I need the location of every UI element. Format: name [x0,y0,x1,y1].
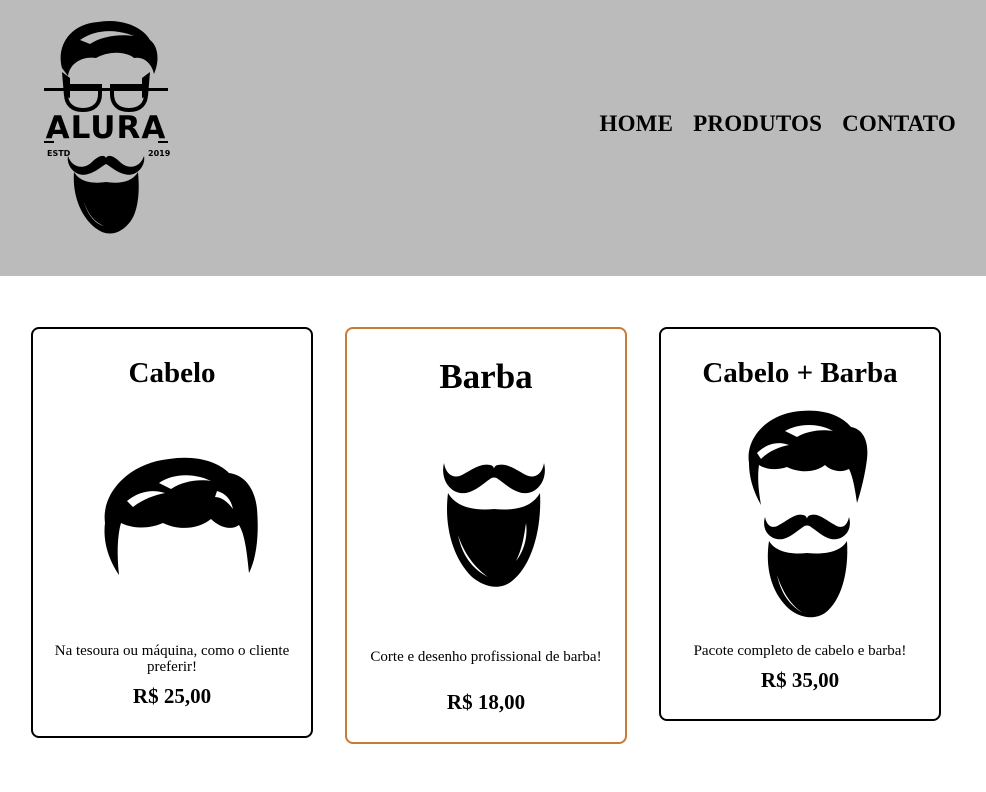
product-price: R$ 35,00 [760,668,840,692]
product-title: Cabelo + Barba [702,357,898,389]
product-price: R$ 18,00 [446,690,526,714]
product-description: Corte e desenho profissional de barba! [370,649,602,665]
product-card-barba[interactable]: Barba Corte e desenho profissional de ba… [345,327,627,744]
logo-text: ALURA [45,110,167,146]
logo-estd: ESTD [47,149,71,158]
nav-produtos[interactable]: PRODUTOS [693,111,822,137]
alura-logo[interactable]: ALURA ESTD 2019 [40,16,172,240]
hair-beard-icon [748,410,868,618]
nav-contato[interactable]: CONTATO [842,111,956,137]
beard-icon [443,463,545,587]
product-title: Barba [439,357,533,396]
product-card-cabelo-barba[interactable]: Cabelo + Barba Pacote completo de cabelo… [659,327,941,721]
product-description: Na tesoura ou máquina, como o cliente pr… [54,643,290,675]
nav-home[interactable]: HOME [600,111,674,137]
site-header: ALURA ESTD 2019 HOME PRODUTOS CONTATO [0,0,986,276]
main-nav: HOME PRODUTOS CONTATO [600,111,957,137]
product-title: Cabelo [128,357,216,389]
logo-year: 2019 [148,149,171,158]
product-description: Pacote completo de cabelo e barba! [693,643,907,659]
hair-icon [104,457,258,575]
product-card-cabelo[interactable]: Cabelo Na tesoura ou máquina, como o cli… [31,327,313,738]
product-price: R$ 25,00 [132,684,212,708]
